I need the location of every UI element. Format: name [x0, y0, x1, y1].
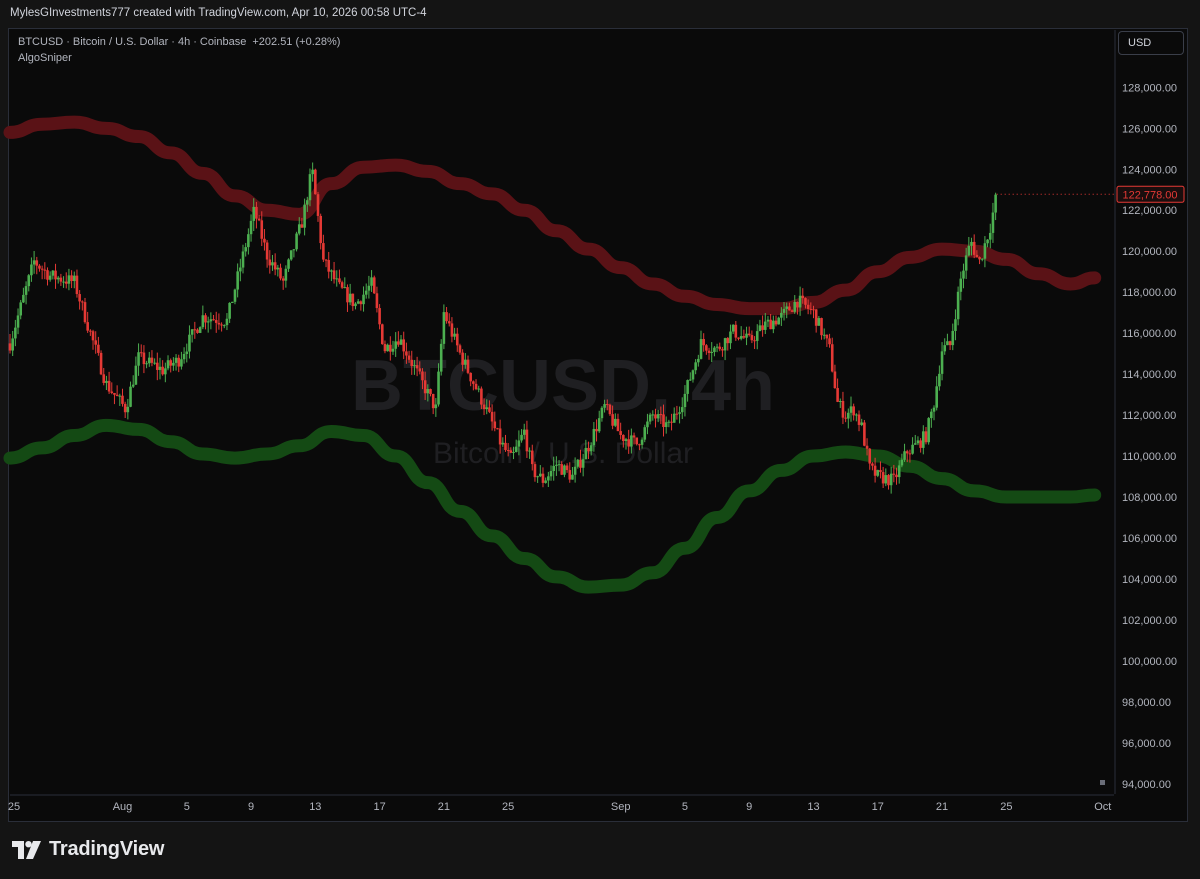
candle	[198, 326, 202, 334]
tradingview-logo-icon	[12, 840, 41, 859]
legend-interval: 4h	[177, 36, 191, 48]
x-tick-label: 13	[807, 801, 819, 813]
legend-change: +202.51 (+0.28%)	[252, 36, 341, 48]
candle	[230, 301, 234, 303]
y-tick-label: 112,000.00	[1122, 410, 1176, 422]
x-tick-label: Oct	[1094, 801, 1111, 813]
x-tick-label: 25	[502, 801, 514, 813]
y-tick-label: 108,000.00	[1122, 492, 1177, 504]
candle	[380, 323, 384, 345]
legend-exchange: Coinbase	[199, 36, 247, 48]
legend-name: Bitcoin / U.S. Dollar	[72, 36, 169, 48]
candle	[372, 275, 376, 294]
y-tick-label: 116,000.00	[1122, 328, 1176, 340]
x-tick-label: Aug	[113, 801, 133, 813]
x-tick-label: 25	[8, 801, 20, 813]
x-tick-label: 9	[746, 801, 752, 813]
brand-name: TradingView	[49, 838, 165, 860]
y-tick-label: 102,000.00	[1122, 615, 1177, 627]
candle	[777, 316, 780, 325]
currency-button[interactable]: USD	[1118, 31, 1184, 55]
y-tick-label: 122,000.00	[1122, 205, 1177, 217]
candle	[608, 403, 612, 416]
y-tick-label: 106,000.00	[1122, 533, 1177, 545]
candle	[863, 420, 866, 447]
price-chart[interactable]: BTCUSD, 4h Bitcoin / U.S. Dollar 128,000…	[0, 0, 1200, 879]
candle	[295, 231, 298, 252]
x-tick-label: 17	[373, 801, 385, 813]
y-tick-label: 94,000.00	[1122, 779, 1171, 791]
last-price-label: 122,778.00	[1122, 189, 1177, 201]
candle	[99, 350, 103, 376]
x-tick-label: 21	[936, 801, 948, 813]
x-tick-label: 21	[438, 801, 450, 813]
brand: TradingView	[12, 838, 164, 861]
y-tick-label: 110,000.00	[1122, 451, 1176, 463]
x-tick-label: 13	[309, 801, 321, 813]
y-tick-label: 124,000.00	[1122, 164, 1177, 176]
x-tick-label: Sep	[611, 801, 631, 813]
y-tick-label: 96,000.00	[1122, 738, 1171, 750]
candle	[927, 417, 930, 445]
x-tick-label: 5	[682, 801, 688, 813]
y-tick-label: 104,000.00	[1122, 574, 1177, 586]
legend-symbol: BTCUSD	[18, 36, 64, 48]
candle	[289, 250, 293, 261]
x-tick-label: 9	[248, 801, 254, 813]
y-tick-label: 118,000.00	[1122, 287, 1176, 299]
indicator-name[interactable]: AlgoSniper	[18, 52, 340, 64]
candle	[314, 168, 317, 195]
y-tick-label: 114,000.00	[1122, 369, 1176, 381]
y-tick-label: 126,000.00	[1122, 123, 1177, 135]
y-tick-label: 98,000.00	[1122, 697, 1171, 709]
y-tick-label: 100,000.00	[1122, 656, 1177, 668]
chart-legend: BTCUSD · Bitcoin / U.S. Dollar · 4h · Coinbase…	[18, 36, 341, 64]
bottom-bar	[0, 822, 1200, 879]
scale-handle[interactable]	[1100, 780, 1105, 785]
x-tick-label: 17	[872, 801, 884, 813]
y-tick-label: 128,000.00	[1122, 82, 1177, 94]
candle	[439, 339, 443, 376]
x-tick-label: 5	[184, 801, 190, 813]
y-tick-label: 120,000.00	[1122, 246, 1177, 258]
candle	[643, 424, 647, 443]
x-tick-label: 25	[1000, 801, 1012, 813]
